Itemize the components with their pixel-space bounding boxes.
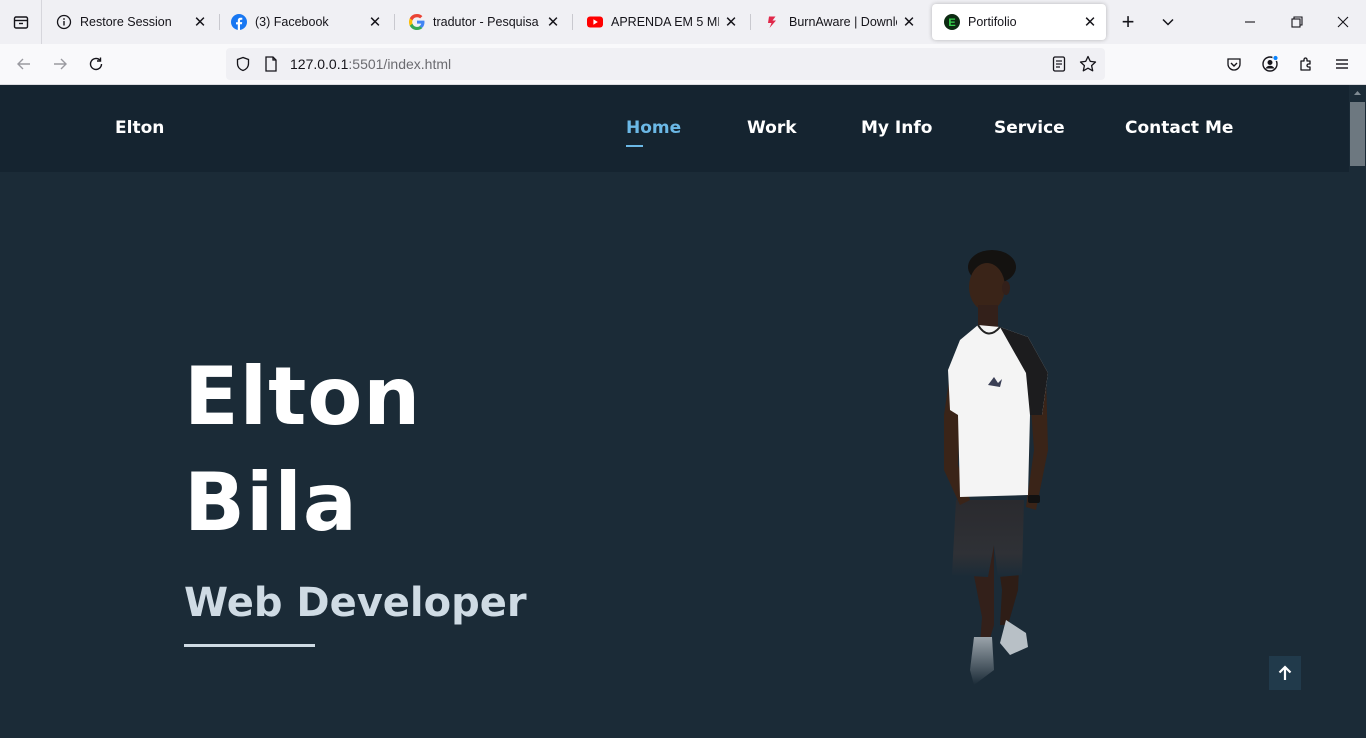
url-bar[interactable]: 127.0.0.1:5501/index.html [226, 48, 1105, 80]
nav-home[interactable]: Home [626, 118, 681, 138]
tab-title: BurnAware | Download [789, 15, 897, 29]
tab-burnaware[interactable]: BurnAware | Download ✕ [753, 4, 925, 40]
url-host: 127.0.0.1 [290, 56, 349, 72]
minimize-icon [1245, 21, 1255, 23]
shield-icon[interactable] [228, 56, 258, 72]
tab-separator [394, 14, 395, 30]
tab-portifolio[interactable]: E Portifolio ✕ [932, 4, 1106, 40]
nav-active-underline [626, 145, 643, 147]
page-scrollbar[interactable] [1349, 85, 1366, 738]
facebook-icon [231, 14, 247, 30]
pocket-button[interactable] [1222, 52, 1246, 76]
restore-button[interactable] [1285, 10, 1309, 34]
arrow-up-icon [1278, 665, 1292, 680]
page-icon[interactable] [258, 56, 284, 72]
account-icon [1262, 55, 1279, 72]
hamburger-menu-icon [1336, 59, 1348, 69]
bookmark-star-icon[interactable] [1079, 55, 1097, 76]
minimize-button[interactable] [1238, 10, 1262, 34]
reload-icon [89, 57, 103, 71]
nav-my-info[interactable]: My Info [861, 118, 932, 138]
tab-youtube[interactable]: APRENDA EM 5 MINUTOS ✕ [575, 4, 747, 40]
site-header: Elton Home Work My Info Service Contact … [0, 85, 1349, 172]
nav-contact-me[interactable]: Contact Me [1125, 118, 1233, 138]
tab-separator [572, 14, 573, 30]
arrow-left-icon [17, 58, 30, 70]
arrow-right-icon [54, 58, 67, 70]
hero-role: Web Developer [184, 580, 527, 626]
profile-photo [944, 250, 1048, 685]
back-button[interactable] [12, 52, 36, 76]
scroll-up-icon[interactable] [1349, 85, 1366, 101]
browser-tab-bar: Restore Session ✕ (3) Facebook ✕ traduto… [0, 0, 1366, 44]
app-menu-button[interactable] [1330, 52, 1354, 76]
info-icon [56, 14, 72, 30]
hero-underline [184, 644, 315, 647]
close-window-button[interactable] [1331, 10, 1355, 34]
hero-last-name: Bila [184, 456, 358, 549]
scrollbar-thumb[interactable] [1350, 102, 1365, 166]
tab-close-icon[interactable]: ✕ [1078, 10, 1102, 34]
restore-icon [1291, 16, 1303, 28]
browser-navigation-bar: 127.0.0.1:5501/index.html [0, 44, 1366, 85]
scroll-to-top-button[interactable] [1269, 656, 1301, 690]
google-icon [409, 14, 425, 30]
puzzle-icon [1300, 57, 1311, 71]
tab-close-icon[interactable]: ✕ [897, 10, 921, 34]
burnaware-icon [765, 14, 781, 30]
tab-title: Restore Session [80, 15, 172, 29]
tab-title: APRENDA EM 5 MINUTOS [611, 15, 719, 29]
tab-close-icon[interactable]: ✕ [188, 10, 212, 34]
tab-title: Portifolio [968, 15, 1017, 29]
tab-close-icon[interactable]: ✕ [363, 10, 387, 34]
tab-google-search[interactable]: tradutor - Pesquisa Google ✕ [397, 4, 569, 40]
new-tab-button[interactable]: + [1116, 9, 1140, 34]
tab-title: tradutor - Pesquisa Google [433, 15, 541, 29]
site-favicon-letter: E [948, 17, 955, 29]
forward-button[interactable] [48, 52, 72, 76]
tab-close-icon[interactable]: ✕ [719, 10, 743, 34]
tab-facebook[interactable]: (3) Facebook ✕ [219, 4, 391, 40]
hero-first-name: Elton [184, 350, 422, 443]
site-logo[interactable]: Elton [115, 118, 164, 138]
nav-service[interactable]: Service [994, 118, 1065, 138]
list-all-tabs-button[interactable] [1156, 10, 1180, 34]
nav-work[interactable]: Work [747, 118, 797, 138]
tab-close-icon[interactable]: ✕ [541, 10, 565, 34]
extensions-button[interactable] [1294, 52, 1318, 76]
youtube-icon [587, 14, 603, 30]
tab-restore-session[interactable]: Restore Session ✕ [44, 4, 216, 40]
close-icon [1337, 16, 1349, 28]
reload-button[interactable] [84, 52, 108, 76]
reader-view-icon[interactable] [1052, 56, 1066, 75]
chevron-down-icon [1162, 18, 1174, 26]
account-button[interactable] [1258, 52, 1282, 76]
url-path: :5501/index.html [348, 56, 452, 72]
web-page: Elton Home Work My Info Service Contact … [0, 85, 1349, 738]
firefox-view-button[interactable] [0, 0, 42, 44]
site-e-icon: E [944, 14, 960, 30]
tab-separator [750, 14, 751, 30]
tab-title: (3) Facebook [255, 15, 329, 29]
firefox-view-icon [13, 16, 28, 29]
pocket-icon [1227, 58, 1241, 71]
